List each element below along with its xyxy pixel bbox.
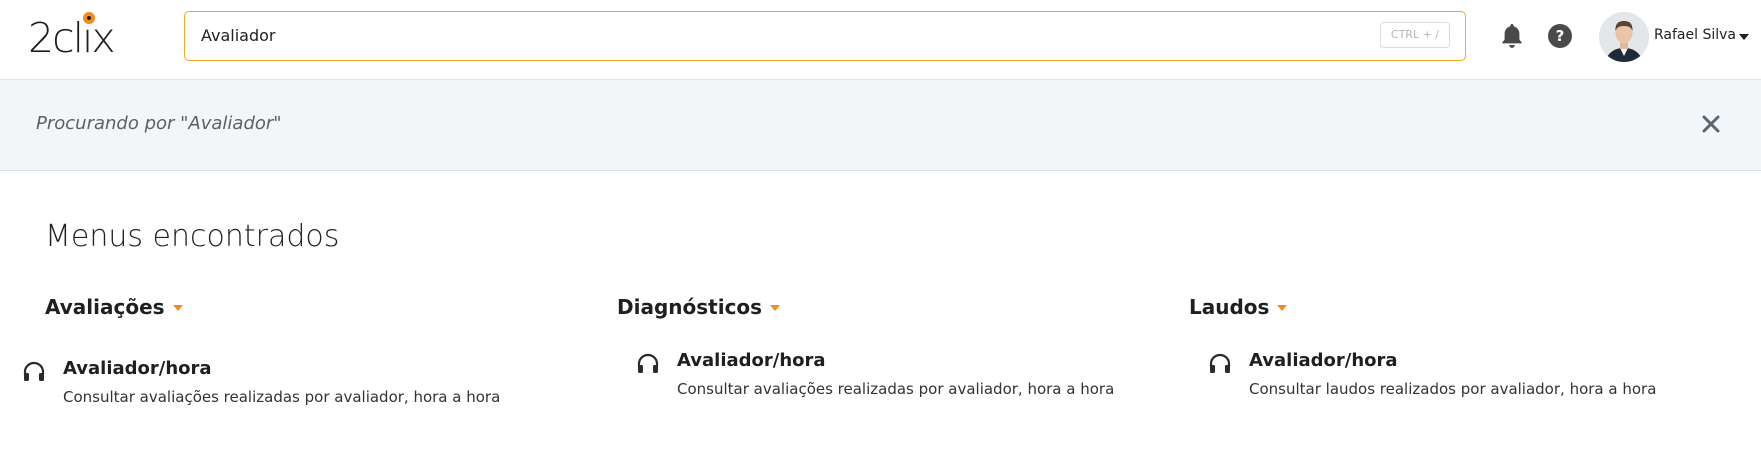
headset-icon <box>22 360 46 384</box>
result-item-title[interactable]: Avaliador/hora <box>677 350 826 371</box>
logo-text: 2clix <box>28 14 116 62</box>
column-heading[interactable]: Laudos <box>1189 295 1288 319</box>
column-heading-label: Avaliações <box>45 295 165 319</box>
search-status-banner: Procurando por "Avaliador" <box>0 80 1761 171</box>
result-item-description: Consultar avaliações realizadas por aval… <box>677 380 1115 398</box>
caret-down-icon <box>1277 305 1288 311</box>
result-item-description: Consultar avaliações realizadas por aval… <box>63 388 501 406</box>
search-shortcut-hint: CTRL + / <box>1379 22 1450 48</box>
avatar[interactable] <box>1599 12 1649 62</box>
help-icon[interactable]: ? <box>1548 24 1572 48</box>
column-heading[interactable]: Avaliações <box>45 295 183 319</box>
top-header: 2clix CTRL + / ? Rafael Silva <box>0 0 1761 80</box>
search-box[interactable]: CTRL + / <box>184 11 1466 61</box>
headset-icon <box>636 352 660 376</box>
close-icon[interactable] <box>1700 113 1722 135</box>
results-title: Menus encontrados <box>45 219 340 254</box>
column-heading-label: Diagnósticos <box>617 295 763 319</box>
logo[interactable]: 2clix <box>28 12 128 60</box>
search-input[interactable] <box>201 12 1381 59</box>
column-heading[interactable]: Diagnósticos <box>617 295 781 319</box>
result-item-description: Consultar laudos realizados por avaliado… <box>1249 380 1657 398</box>
user-name[interactable]: Rafael Silva <box>1654 27 1736 43</box>
caret-down-icon <box>172 305 183 311</box>
result-item-title[interactable]: Avaliador/hora <box>63 358 212 379</box>
result-item-title[interactable]: Avaliador/hora <box>1249 350 1398 371</box>
column-heading-label: Laudos <box>1189 295 1270 319</box>
logo-dot <box>83 12 95 24</box>
headset-icon <box>1208 352 1232 376</box>
search-status-text: Procurando por "Avaliador" <box>36 113 282 134</box>
notifications-bell-icon[interactable] <box>1499 22 1525 50</box>
user-menu-caret-icon[interactable] <box>1739 34 1749 40</box>
caret-down-icon <box>770 305 781 311</box>
